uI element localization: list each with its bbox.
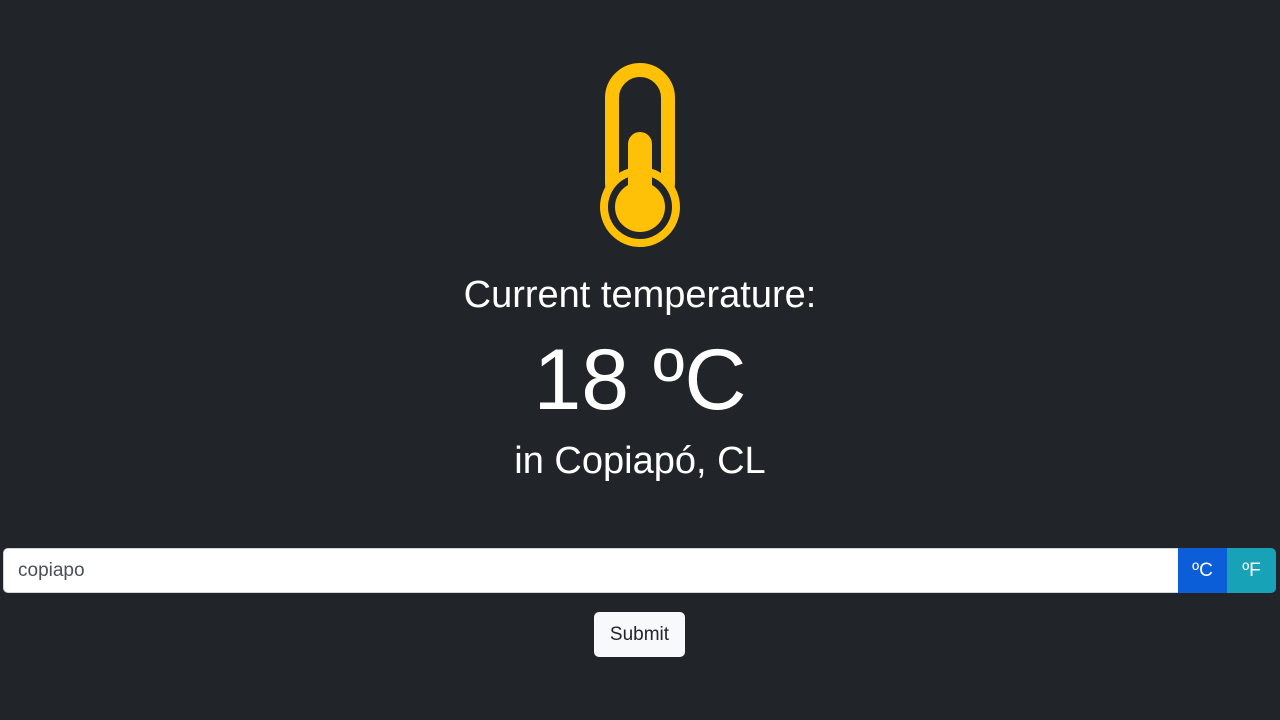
thermometer-icon — [600, 63, 680, 247]
city-search-group: ºC ºF — [3, 548, 1276, 593]
location-text: in Copiapó, CL — [514, 440, 766, 482]
submit-button[interactable]: Submit — [594, 612, 685, 657]
city-input[interactable] — [3, 548, 1178, 593]
celsius-button[interactable]: ºC — [1178, 548, 1227, 593]
weather-app: Current temperature: 18 ºC in Copiapó, C… — [0, 0, 1280, 720]
temperature-label: Current temperature: — [463, 274, 817, 316]
fahrenheit-button[interactable]: ºF — [1227, 548, 1276, 593]
temperature-value: 18 ºC — [533, 332, 747, 428]
